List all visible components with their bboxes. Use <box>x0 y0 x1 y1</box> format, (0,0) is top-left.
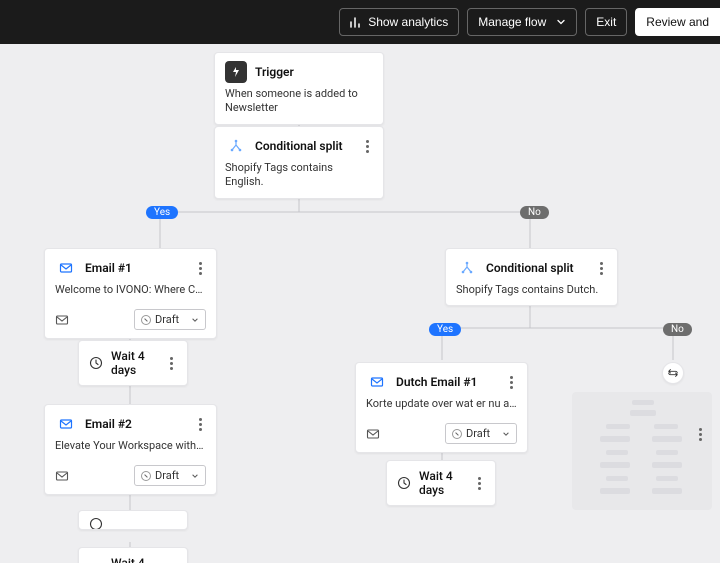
email-icon <box>55 257 77 279</box>
split-icon <box>456 257 478 279</box>
manage-flow-label: Manage flow <box>478 15 546 29</box>
email-1-title: Email #1 <box>85 261 195 275</box>
split-title: Conditional split <box>486 261 596 275</box>
wait-title: Wait 4 days <box>111 556 166 563</box>
minimap-menu-button[interactable] <box>695 424 706 445</box>
wait-node-1[interactable]: Wait 4 days <box>78 340 188 386</box>
trigger-node[interactable]: Trigger When someone is added to Newslet… <box>214 52 384 125</box>
conditional-split-node-2[interactable]: Conditional split Shopify Tags contains … <box>445 248 618 306</box>
branch-yes-badge: Yes <box>146 206 178 219</box>
email-1-desc: Welcome to IVONO: Where Comfort Meet... <box>45 283 216 305</box>
email-small-icon <box>55 313 69 327</box>
draft-status-icon <box>141 471 151 481</box>
draft-status-icon <box>141 315 151 325</box>
exit-button[interactable]: Exit <box>585 8 627 36</box>
dutch-email-desc: Korte update over wat er nu aan komt! <box>356 397 527 419</box>
exit-label: Exit <box>596 15 616 29</box>
chevron-down-icon <box>502 430 510 438</box>
review-label: Review and <box>646 15 709 29</box>
clock-icon <box>89 517 103 530</box>
node-menu-button[interactable] <box>474 473 485 494</box>
split-icon <box>225 135 247 157</box>
status-dropdown[interactable]: Draft <box>134 309 206 330</box>
status-label: Draft <box>466 427 490 440</box>
branch-no-badge-2: No <box>663 323 692 336</box>
node-menu-button[interactable] <box>362 136 373 157</box>
manage-flow-button[interactable]: Manage flow <box>467 8 577 36</box>
email-icon <box>366 371 388 393</box>
status-label: Draft <box>155 313 179 326</box>
conditional-split-node-1[interactable]: Conditional split Shopify Tags contains … <box>214 126 384 199</box>
email-2-title: Email #2 <box>85 417 195 431</box>
chevron-down-icon <box>191 316 199 324</box>
email-2-node[interactable]: Email #2 Elevate Your Workspace with IVO… <box>44 404 217 495</box>
trigger-title: Trigger <box>255 65 373 79</box>
swap-icon <box>667 367 679 379</box>
bar-chart-icon <box>350 16 362 28</box>
dutch-email-1-node[interactable]: Dutch Email #1 Korte update over wat er … <box>355 362 528 453</box>
node-menu-button[interactable] <box>596 258 607 279</box>
partial-node[interactable] <box>78 510 188 530</box>
status-dropdown[interactable]: Draft <box>445 423 517 444</box>
trigger-icon <box>225 61 247 83</box>
email-small-icon <box>55 469 69 483</box>
node-menu-button[interactable] <box>166 353 177 374</box>
split-desc: Shopify Tags contains English. <box>215 161 383 198</box>
split-title: Conditional split <box>255 139 362 153</box>
email-small-icon <box>366 427 380 441</box>
dutch-email-title: Dutch Email #1 <box>396 375 506 389</box>
branch-no-badge: No <box>520 206 549 219</box>
wait-node-3[interactable]: Wait 4 days <box>78 547 188 563</box>
clock-icon <box>397 476 411 490</box>
node-menu-button[interactable] <box>195 258 206 279</box>
minimap-preview <box>572 392 712 510</box>
trigger-desc: When someone is added to Newsletter <box>215 87 383 124</box>
show-analytics-button[interactable]: Show analytics <box>339 8 459 36</box>
wait-title: Wait 4 days <box>111 349 166 377</box>
branch-yes-badge-2: Yes <box>429 323 461 336</box>
status-label: Draft <box>155 469 179 482</box>
clock-icon <box>89 356 103 370</box>
top-toolbar: Show analytics Manage flow Exit Review a… <box>0 0 720 44</box>
review-button[interactable]: Review and <box>635 8 720 36</box>
show-analytics-label: Show analytics <box>368 15 448 29</box>
split-desc: Shopify Tags contains Dutch. <box>446 283 617 305</box>
node-menu-button[interactable] <box>195 414 206 435</box>
status-dropdown[interactable]: Draft <box>134 465 206 486</box>
email-icon <box>55 413 77 435</box>
branch-swap-node[interactable] <box>662 362 684 384</box>
draft-status-icon <box>452 429 462 439</box>
node-menu-button[interactable] <box>166 560 177 563</box>
wait-node-2[interactable]: Wait 4 days <box>386 460 496 506</box>
email-1-node[interactable]: Email #1 Welcome to IVONO: Where Comfort… <box>44 248 217 339</box>
email-2-desc: Elevate Your Workspace with IVONO's Excl… <box>45 439 216 461</box>
chevron-down-icon <box>556 17 566 27</box>
wait-title: Wait 4 days <box>419 469 474 497</box>
chevron-down-icon <box>191 472 199 480</box>
node-menu-button[interactable] <box>506 372 517 393</box>
